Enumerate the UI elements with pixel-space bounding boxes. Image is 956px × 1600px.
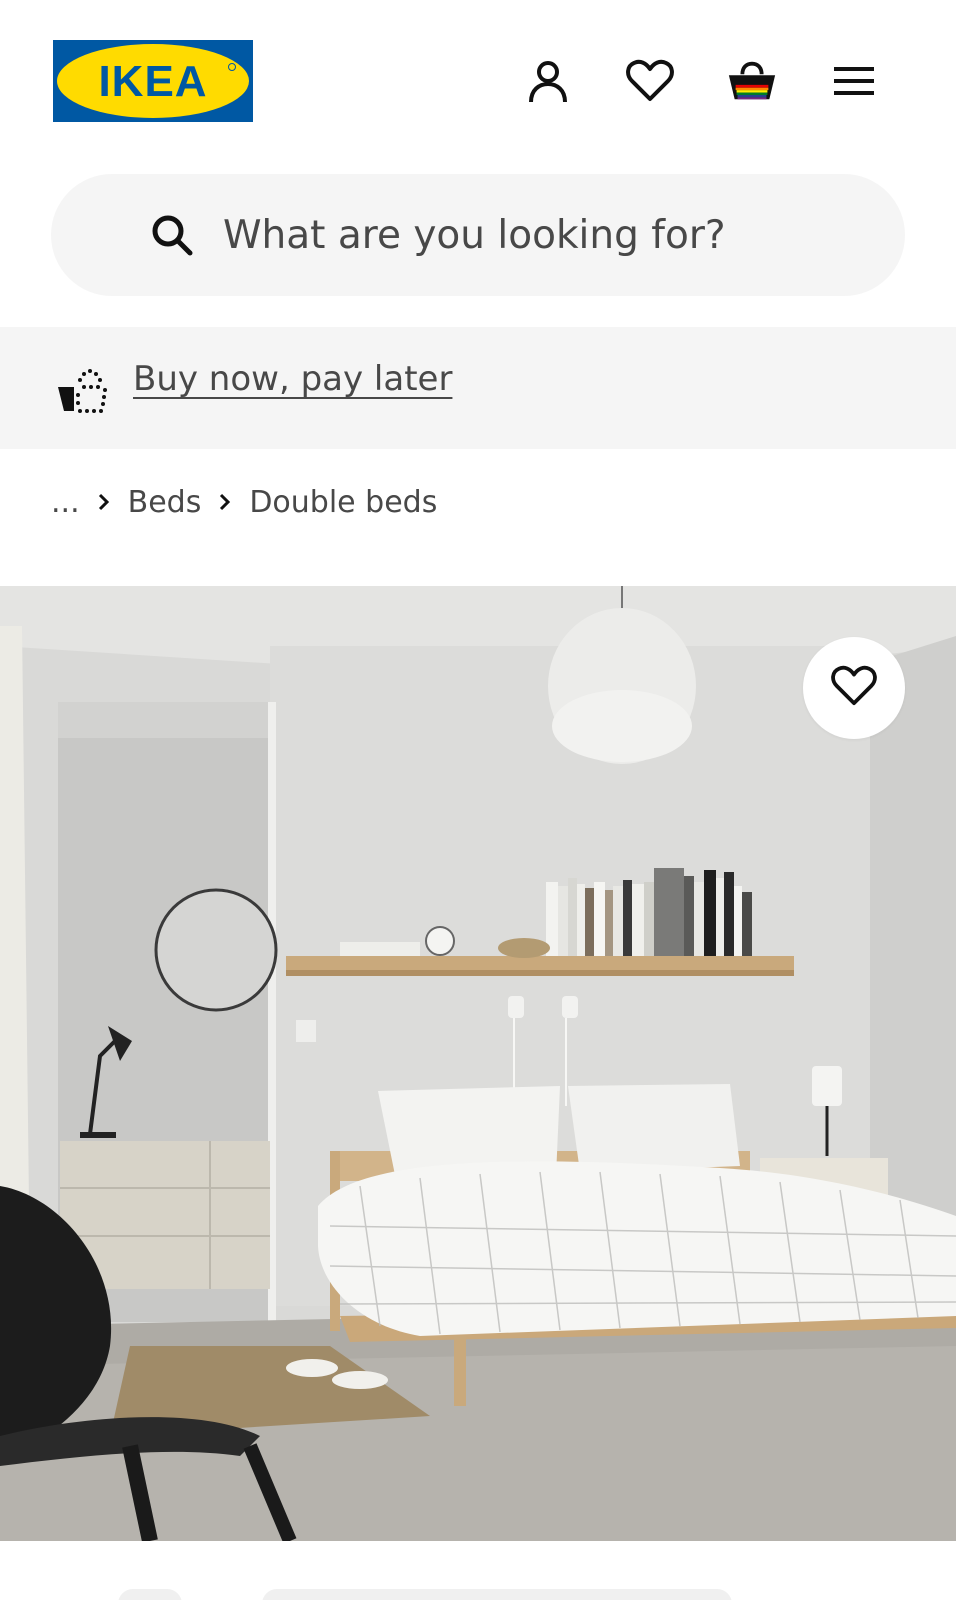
breadcrumb-item-beds[interactable]: Beds [128,485,202,520]
breadcrumb-item-double-beds[interactable]: Double beds [249,485,437,520]
product-image[interactable] [0,586,956,1541]
buy-now-pay-later-icon [54,367,110,415]
search-bar[interactable] [51,174,905,296]
shopping-basket-icon[interactable] [726,55,778,107]
add-to-favourites-button[interactable] [803,637,905,739]
breadcrumb-ellipsis[interactable]: ... [51,485,80,520]
profile-icon[interactable] [522,55,574,107]
promo-banner: Buy now, pay later [0,327,956,449]
heart-icon[interactable] [624,55,676,107]
ikea-logo[interactable]: IKEA [53,40,253,122]
hamburger-menu-icon[interactable] [828,55,880,107]
heart-icon [831,665,877,712]
svg-text:IKEA: IKEA [98,57,207,106]
search-icon [149,212,195,258]
chevron-right-icon [201,493,249,511]
site-header: IKEA [0,0,956,160]
thumbnail-strip [0,1541,956,1600]
search-input[interactable] [223,202,863,268]
buy-now-pay-later-link[interactable]: Buy now, pay later [133,359,452,399]
thumbnail-placeholder [118,1589,182,1600]
thumbnail-placeholder [262,1589,732,1600]
breadcrumb: ... Beds Double beds [51,482,437,522]
chevron-right-icon [80,493,128,511]
